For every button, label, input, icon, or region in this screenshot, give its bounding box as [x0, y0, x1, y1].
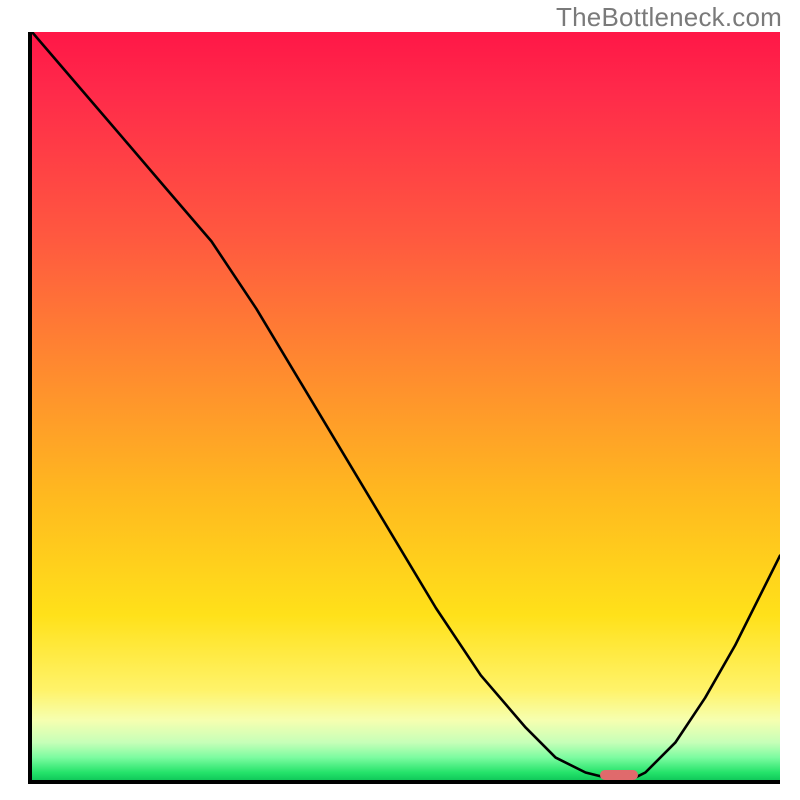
watermark-text: TheBottleneck.com: [556, 2, 782, 33]
curve-svg: [32, 32, 780, 780]
plot-area: [28, 32, 780, 784]
chart-stage: TheBottleneck.com: [0, 0, 800, 800]
optimal-marker: [600, 770, 637, 780]
bottleneck-curve: [32, 32, 780, 780]
